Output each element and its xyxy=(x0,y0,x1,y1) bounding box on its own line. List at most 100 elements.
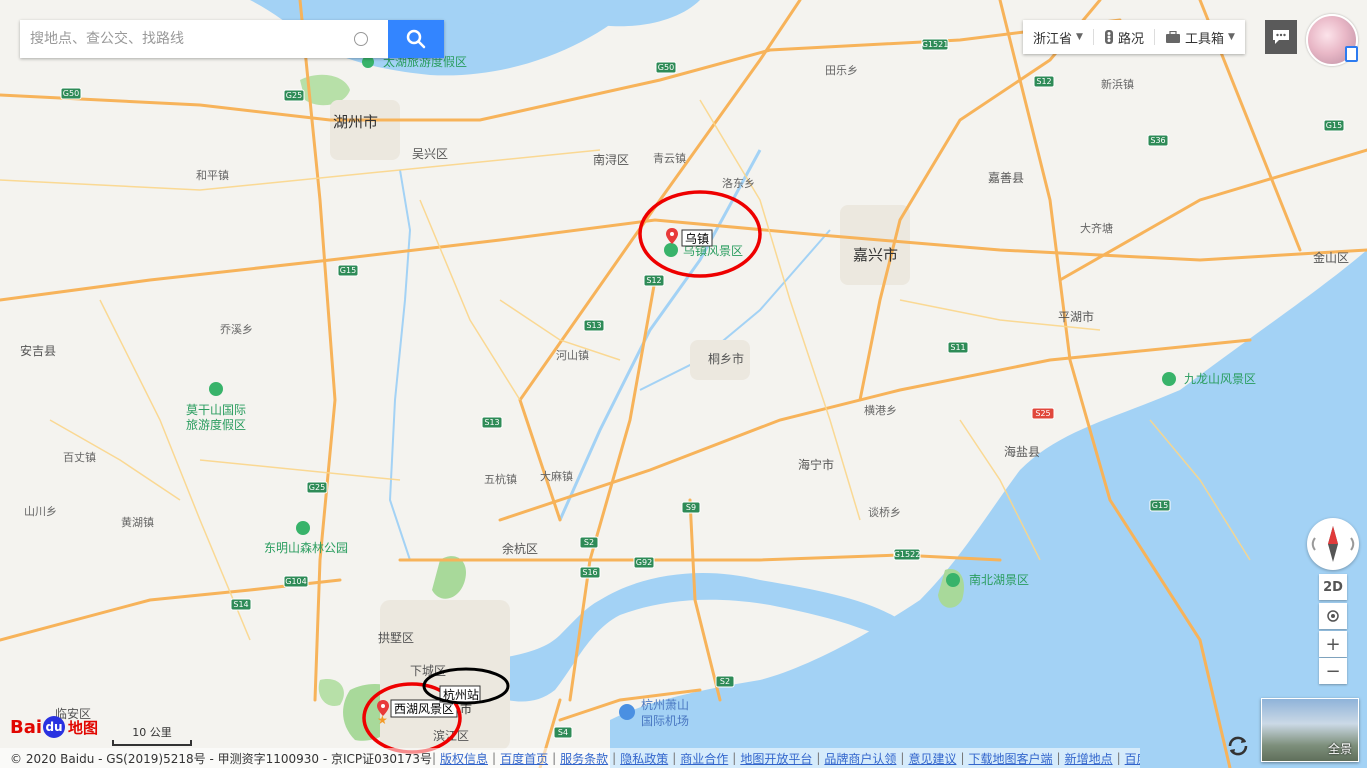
svg-text:S4: S4 xyxy=(558,728,568,737)
toolbox-icon xyxy=(1165,30,1180,43)
svg-text:国际机场: 国际机场 xyxy=(641,714,689,728)
city-label: 海宁市 xyxy=(798,457,834,472)
poi-label: 旅游度假区 xyxy=(186,417,246,432)
svg-text:S2: S2 xyxy=(584,538,594,547)
svg-text:五杭镇: 五杭镇 xyxy=(484,472,517,486)
poi-label: 南北湖景区 xyxy=(969,572,1029,587)
city-label: 嘉善县 xyxy=(988,170,1024,185)
svg-text:G15: G15 xyxy=(1152,501,1168,510)
svg-text:★: ★ xyxy=(377,713,388,727)
svg-text:山川乡: 山川乡 xyxy=(24,505,57,518)
chevron-down-icon: ▼ xyxy=(1076,32,1083,42)
map-canvas[interactable]: G50 G25 G50 G1521 G15 S12 S36 G15 S13 S1… xyxy=(0,0,1367,768)
scale-label: 10 公里 xyxy=(132,726,172,739)
province-label: 浙江省 xyxy=(1033,31,1073,47)
toolbox-dropdown[interactable]: 工具箱 ▼ xyxy=(1155,20,1245,54)
svg-text:G1522: G1522 xyxy=(894,550,921,559)
footer-link[interactable]: 下载地图客户端 xyxy=(969,750,1053,767)
svg-text:S14: S14 xyxy=(233,600,248,609)
svg-text:杭州站: 杭州站 xyxy=(443,687,479,702)
footer: © 2020 Baidu - GS(2019)5218号 - 甲测资字11009… xyxy=(0,748,1140,768)
refresh-button[interactable] xyxy=(1224,732,1252,760)
search-button[interactable] xyxy=(388,20,444,58)
locate-icon xyxy=(1327,610,1339,622)
footer-link[interactable]: 服务条款 xyxy=(560,750,608,767)
copyright-text: © 2020 Baidu - GS(2019)5218号 - 甲测资字11009… xyxy=(10,751,432,766)
svg-text:G50: G50 xyxy=(63,89,79,98)
svg-text:百丈镇: 百丈镇 xyxy=(63,450,96,464)
poi-label: 东明山森林公园 xyxy=(264,540,348,555)
svg-text:G92: G92 xyxy=(636,558,652,567)
svg-text:黄湖镇: 黄湖镇 xyxy=(121,515,154,529)
svg-text:S16: S16 xyxy=(582,568,597,577)
footer-link[interactable]: 品牌商户认领 xyxy=(824,750,896,767)
svg-text:和平镇: 和平镇 xyxy=(196,168,229,182)
search-input[interactable] xyxy=(20,21,354,57)
svg-text:S11: S11 xyxy=(950,343,965,352)
svg-text:杭州萧山: 杭州萧山 xyxy=(641,697,689,712)
footer-link[interactable]: 新增地点 xyxy=(1065,750,1113,767)
toolbar: 浙江省 ▼ 路况 工具箱 ▼ xyxy=(1023,20,1245,54)
svg-text:S13: S13 xyxy=(586,321,601,330)
scale-bar: 10 公里 xyxy=(112,724,192,746)
poi-label: 九龙山风景区 xyxy=(1184,372,1256,386)
svg-text:G15: G15 xyxy=(1326,121,1342,130)
traffic-light-icon xyxy=(1104,30,1113,44)
footer-link[interactable]: 地图开放平台 xyxy=(740,750,812,767)
svg-text:乔溪乡: 乔溪乡 xyxy=(220,323,253,336)
svg-text:S12: S12 xyxy=(1036,77,1051,86)
zoom-in-button[interactable]: + xyxy=(1319,631,1347,657)
city-label: 安吉县 xyxy=(20,343,56,358)
footer-link[interactable]: 百度营销 xyxy=(1125,750,1140,767)
city-label: 余杭区 xyxy=(502,541,538,556)
svg-text:河山镇: 河山镇 xyxy=(556,348,589,362)
footer-link[interactable]: 隐私政策 xyxy=(620,750,668,767)
province-dropdown[interactable]: 浙江省 ▼ xyxy=(1023,20,1093,54)
toolbox-label: 工具箱 xyxy=(1184,31,1224,47)
footer-link[interactable]: 商业合作 xyxy=(680,750,728,767)
footer-link[interactable]: 版权信息 xyxy=(440,750,488,767)
panorama-label: 全景 xyxy=(1327,742,1352,756)
zoom-out-button[interactable]: − xyxy=(1319,658,1347,684)
svg-text:田乐乡: 田乐乡 xyxy=(825,64,858,77)
locate-button[interactable] xyxy=(1319,603,1347,629)
svg-text:S2: S2 xyxy=(720,677,730,686)
svg-text:G15: G15 xyxy=(340,266,356,275)
city-label: 吴兴区 xyxy=(412,147,448,161)
svg-text:大齐塘: 大齐塘 xyxy=(1080,221,1113,235)
poi-label: 莫干山国际 xyxy=(186,403,246,417)
chat-icon xyxy=(1273,30,1289,44)
svg-text:青云镇: 青云镇 xyxy=(653,151,686,165)
search-box xyxy=(20,20,444,58)
footer-link[interactable]: 意见建议 xyxy=(908,750,956,767)
svg-text:乌镇: 乌镇 xyxy=(685,231,709,246)
svg-text:S9: S9 xyxy=(686,503,696,512)
svg-text:S36: S36 xyxy=(1150,136,1165,145)
city-label: 嘉兴市 xyxy=(853,246,898,264)
mobile-icon[interactable] xyxy=(1345,46,1358,62)
svg-text:西湖风景区: 西湖风景区 xyxy=(394,701,454,716)
city-label: 湖州市 xyxy=(333,113,378,131)
city-label: 南浔区 xyxy=(593,152,629,167)
2d-toggle-button[interactable]: 2D xyxy=(1319,574,1347,600)
svg-text:G104: G104 xyxy=(285,577,306,586)
svg-text:横港乡: 横港乡 xyxy=(864,403,897,417)
svg-text:G1521: G1521 xyxy=(922,40,949,49)
svg-text:新浜镇: 新浜镇 xyxy=(1101,77,1134,91)
city-label: 桐乡市 xyxy=(708,351,744,366)
svg-text:G50: G50 xyxy=(658,63,674,72)
svg-text:洛东乡: 洛东乡 xyxy=(722,176,755,190)
compass[interactable] xyxy=(1307,518,1359,570)
traffic-button[interactable]: 路况 xyxy=(1094,20,1154,54)
panorama-button[interactable]: 全景 xyxy=(1261,698,1359,762)
svg-text:大麻镇: 大麻镇 xyxy=(540,469,573,483)
search-icon xyxy=(406,29,426,49)
traffic-label: 路况 xyxy=(1117,31,1144,47)
city-label: 平湖市 xyxy=(1058,309,1094,324)
city-label: 金山区 xyxy=(1313,250,1349,265)
footer-link[interactable]: 百度首页 xyxy=(500,750,548,767)
message-button[interactable] xyxy=(1265,20,1297,54)
city-label: 拱墅区 xyxy=(378,631,414,645)
loading-icon xyxy=(354,32,368,46)
svg-text:G25: G25 xyxy=(286,91,302,100)
